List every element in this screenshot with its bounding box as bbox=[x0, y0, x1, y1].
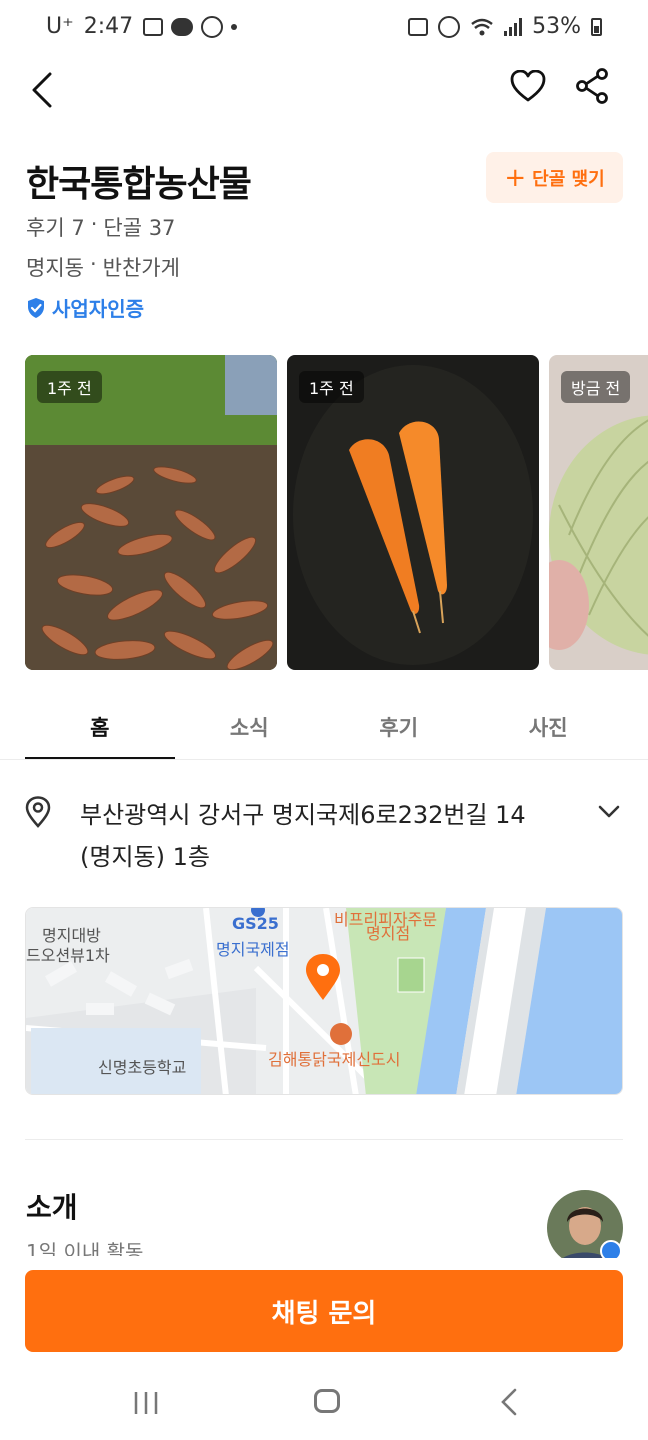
map-label-gs25-branch: 명지국제점 bbox=[216, 940, 290, 959]
intro-activity: 1일 이내 활동 bbox=[26, 1240, 144, 1256]
alarm-icon bbox=[438, 15, 461, 38]
map-label-apartment-sub: 드오션뷰1차 bbox=[26, 946, 110, 965]
photo-carrots-pile[interactable]: 1주 전 bbox=[25, 355, 277, 670]
top-bar bbox=[0, 62, 648, 118]
meta-separator: · bbox=[90, 212, 98, 236]
map-marker-icon bbox=[306, 954, 340, 1000]
photo-time-badge: 1주 전 bbox=[299, 371, 364, 403]
carrier-label: U⁺ bbox=[46, 14, 74, 39]
store-name: 한국통합농산물 bbox=[26, 164, 252, 205]
store-map[interactable]: 비프리피자주문 명지점 GS25 명지국제점 명지대방 드오션뷰1차 신명초등학… bbox=[25, 907, 623, 1095]
store-location: 명지동 · 반찬가게 bbox=[26, 252, 180, 282]
wifi-icon bbox=[471, 18, 493, 35]
heart-icon bbox=[510, 70, 546, 102]
app-notification-icon bbox=[201, 15, 224, 38]
map-label-top-shop-branch: 명지점 bbox=[366, 924, 411, 943]
signal-icon bbox=[504, 17, 523, 36]
status-bar: U⁺ 2:47 53% bbox=[0, 0, 648, 56]
address-line-1: 부산광역시 강서구 명지국제6로232번길 14 bbox=[80, 801, 526, 829]
image-notification-icon bbox=[143, 17, 164, 36]
review-count[interactable]: 후기 7 bbox=[26, 212, 85, 242]
regular-button-label: 단골 맺기 bbox=[532, 168, 605, 190]
time-label: 2:47 bbox=[83, 14, 134, 39]
map-label-school: 신명초등학교 bbox=[98, 1058, 187, 1077]
loc-separator: · bbox=[89, 252, 97, 276]
photo-time-badge: 1주 전 bbox=[37, 371, 102, 403]
shield-check-icon bbox=[28, 297, 44, 318]
home-icon[interactable] bbox=[314, 1389, 340, 1413]
section-divider bbox=[25, 1139, 623, 1140]
share-button[interactable] bbox=[568, 62, 616, 110]
tab-home[interactable]: 홈 bbox=[25, 696, 175, 760]
notification-icons bbox=[143, 15, 238, 38]
location-pin-icon bbox=[24, 796, 52, 832]
like-button[interactable] bbox=[504, 62, 552, 110]
regular-customer-button[interactable]: + 단골 맺기 bbox=[486, 152, 623, 203]
map-label-restaurant: 김해통닭국제신도시 bbox=[268, 1050, 401, 1069]
tab-photos[interactable]: 사진 bbox=[474, 696, 624, 760]
neighborhood-label: 명지동 bbox=[26, 256, 84, 280]
regular-count: 단골 37 bbox=[103, 216, 176, 240]
address-line-2: (명지동) 1층 bbox=[80, 843, 210, 871]
share-icon bbox=[576, 68, 608, 104]
battery-label: 53% bbox=[532, 14, 581, 39]
intro-title: 소개 bbox=[26, 1191, 78, 1224]
category-label: 반찬가게 bbox=[102, 256, 180, 280]
business-verified[interactable]: 사업자인증 bbox=[26, 293, 144, 322]
nfc-icon bbox=[408, 17, 429, 36]
tab-reviews[interactable]: 후기 bbox=[324, 696, 474, 760]
store-meta: 후기 7 · 단골 37 bbox=[26, 212, 175, 242]
plus-icon: + bbox=[504, 162, 527, 193]
more-notifications-icon bbox=[231, 23, 238, 30]
photo-two-carrots[interactable]: 1주 전 bbox=[287, 355, 539, 670]
nav-back-icon[interactable] bbox=[498, 1388, 520, 1416]
photo-onion[interactable]: 방금 전 bbox=[549, 355, 648, 670]
chat-inquiry-button[interactable]: 채팅 문의 bbox=[25, 1270, 623, 1352]
chevron-down-icon bbox=[598, 805, 620, 818]
tab-bar: 홈 소식 후기 사진 bbox=[25, 696, 623, 760]
system-nav-bar bbox=[0, 1370, 648, 1440]
photo-time-badge: 방금 전 bbox=[561, 371, 631, 403]
message-notification-icon bbox=[171, 17, 194, 36]
chevron-left-icon bbox=[32, 72, 52, 108]
status-left: U⁺ 2:47 bbox=[46, 14, 238, 39]
expand-address-button[interactable] bbox=[594, 800, 624, 828]
back-button[interactable] bbox=[18, 66, 66, 114]
store-address[interactable]: 부산광역시 강서구 명지국제6로232번길 14 (명지동) 1층 bbox=[80, 794, 580, 878]
tab-news[interactable]: 소식 bbox=[175, 696, 325, 760]
battery-icon bbox=[591, 17, 602, 36]
map-label-gs25: GS25 bbox=[232, 914, 279, 933]
status-right: 53% bbox=[408, 14, 602, 39]
verified-label: 사업자인증 bbox=[52, 297, 144, 321]
tab-divider bbox=[0, 759, 648, 760]
recent-apps-icon[interactable] bbox=[133, 1390, 159, 1416]
